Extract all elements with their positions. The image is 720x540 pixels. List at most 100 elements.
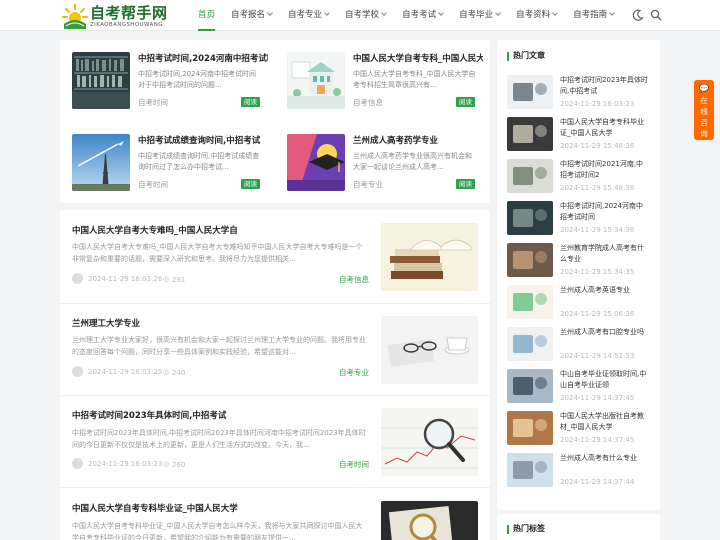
hot-article-thumbnail [507,75,553,109]
nav-label: 自考专业 [288,10,323,20]
chevron-down-icon [438,10,444,16]
hot-article-item[interactable]: 中招考试时间2021河南,中招考试时间2 2024-11-29 15:48:36 [497,159,660,199]
nav-item-majors[interactable]: 自考专业 [280,0,337,31]
hot-article-date: 2024-11-29 14:52:53 [560,352,635,360]
dark-mode-moon-icon[interactable] [632,9,644,21]
graduation-cap-thumbnail [287,134,345,191]
hot-article-thumbnail [507,411,553,445]
hot-article-date: 2024-11-29 15:34:35 [560,268,635,276]
grid-item-title: 中国人民大学自考专科_中国人民大学自考 [353,54,483,64]
hot-article-date: 2024-11-29 15:48:36 [560,142,635,150]
grid-item-category: 自考时间 [138,180,168,189]
hot-article-title: 兰州成人高考有口腔专业吗 [560,328,644,336]
library-shelves-thumbnail [72,52,130,109]
chevron-down-icon [552,10,558,16]
grid-item[interactable]: 兰州成人高考药学专业 兰州成人高考药学专业很高兴有机会和大家一起谈论兰州成人高考… [275,122,490,203]
article-title: 兰州理工大学专业 [72,319,141,329]
read-tag[interactable]: 阅读 [456,97,475,107]
article-date: 2024-11-29 16:03:23 [88,460,163,468]
nav-label: 自考毕业 [459,10,494,20]
grid-item[interactable]: 中招考试时间,2024河南中招考试时间 中招考试时间,2024河南中招考试时间对… [60,40,275,122]
grid-item-category: 自考专业 [353,180,383,189]
hot-article-title: 兰州成人高考英语专业 [560,286,630,294]
hot-article-item[interactable]: 中招考试时间,2024河南中招考试时间 2024-11-29 15:34:36 [497,201,660,241]
nav-item-exams[interactable]: 自考考试 [394,0,451,31]
hot-article-thumbnail [507,159,553,193]
chevron-down-icon [381,10,387,16]
nav-item-home[interactable]: 首页 [190,0,223,31]
search-icon[interactable] [650,9,662,21]
hot-tags-card: 热门标签 [497,514,660,540]
hot-article-title: 兰州教育学院成人高考有什么专业 [560,244,644,263]
chevron-down-icon [609,10,615,16]
hot-article-thumbnail [507,117,553,151]
glasses-and-cup-thumbnail [381,316,478,384]
read-tag[interactable]: 阅读 [241,97,260,107]
article-title: 中国人民大学自考专科毕业证_中国人民大学 [72,504,238,514]
nav-label: 自考学校 [345,10,380,20]
hot-article-item[interactable]: 兰州成人高考有口腔专业吗 2024-11-29 14:52:53 [497,327,660,367]
hot-tags-title: 热门标签 [513,524,545,533]
hot-article-thumbnail [507,453,553,487]
nav-label: 自考指南 [573,10,608,20]
hot-article-date: 2024-11-29 14:37:45 [560,436,635,444]
article-title: 中国人民大学自考大专难吗_中国人民大学自 [72,226,238,236]
hot-article-item[interactable]: 中招考试时间2023年具体时间,中招考试 2024-11-29 16:03:23 [497,75,660,115]
hot-article-thumbnail [507,369,553,403]
site-logo[interactable]: 自考帮手网 ZIKAOBANGSHOUWANG [62,2,182,30]
grid-item-desc: 兰州成人高考药学专业很高兴有机会和大家一起谈论兰州成人高考… [353,152,472,171]
article-views: 291 [172,276,186,284]
nav-item-guide[interactable]: 自考指南 [565,0,622,31]
article-views: 240 [172,369,186,377]
article-category[interactable]: 自考时间 [339,459,369,470]
article-item[interactable]: 兰州理工大学专业 兰州理工大学专业大家好，很高兴有机会和大家一起探讨兰州理工大学… [60,304,490,394]
article-category[interactable]: 自考专业 [339,367,369,378]
hot-article-item[interactable]: 中山自考毕业证领取时间,中山自考毕业证领 2024-11-29 14:37:45 [497,369,660,409]
grid-item[interactable]: 中国人民大学自考专科_中国人民大学自考 中国人民大学自考专科_中国人民大学自考专… [275,40,490,122]
hot-article-item[interactable]: 兰州成人高考有什么专业 2024-11-29 14:37:44 [497,453,660,493]
hot-article-item[interactable]: 中国人民大学自考专科毕业证_中国人民大学 2024-11-29 15:48:36 [497,117,660,157]
chat-bubble-icon: 💬 [699,84,709,93]
nav-item-schools[interactable]: 自考学校 [337,0,394,31]
article-item[interactable]: 中国人民大学自考大专难吗_中国人民大学自 中国人民大学自考大专难吗_中国人民大学… [60,210,490,302]
chevron-down-icon [495,10,501,16]
hot-articles-card: 热门文章 中招考试时间2023年具体时间,中招考试 2024-11-29 16:0… [497,40,660,510]
read-tag[interactable]: 阅读 [241,179,260,189]
hot-article-item[interactable]: 兰州教育学院成人高考有什么专业 2024-11-29 15:34:35 [497,243,660,283]
site-header: 自考帮手网 ZIKAOBANGSHOUWANG 首页 自考报名 自考专业 自考学… [0,0,720,31]
hot-article-title: 中招考试时间2021河南,中招考试时间2 [560,160,644,179]
hot-article-date: 2024-11-29 15:06:36 [560,310,635,318]
consult-label: 在线咨询 [700,96,708,138]
article-excerpt: 中招考试时间2023年具体时间,中招考试时间2023年具体时间河南中招考试时间2… [72,429,366,449]
hot-articles-title: 热门文章 [513,51,545,60]
nav-item-graduation[interactable]: 自考毕业 [451,0,508,31]
magnifier-document-thumbnail [381,501,478,540]
author-avatar [72,366,83,377]
hot-article-title: 中招考试时间2023年具体时间,中招考试 [560,76,648,95]
article-item[interactable]: 中国人民大学自考专科毕业证_中国人民大学 中国人民大学自考专科毕业证_中国人民大… [60,488,490,540]
grid-item-desc: 中招考试时间,2024河南中招考试时间对于中招考试时间的问题… [138,70,257,89]
nav-item-materials[interactable]: 自考资料 [508,0,565,31]
grid-item-category: 自考时间 [138,98,168,107]
campus-illustration-thumbnail [287,52,345,109]
article-title: 中招考试时间2023年具体时间,中招考试 [72,411,227,421]
article-list-card: 中国人民大学自考大专难吗_中国人民大学自 中国人民大学自考大专难吗_中国人民大学… [60,210,490,540]
article-views: 260 [172,461,186,469]
grid-item[interactable]: 中招考试成绩查询时间,中招考试 中招考试成绩查询时间,中招考试成绩查询时间过了怎… [60,122,275,203]
article-item[interactable]: 中招考试时间2023年具体时间,中招考试 中招考试时间2023年具体时间,中招考… [60,396,490,486]
hot-article-item[interactable]: 中国人民大学出版社自考教材_中国人民大学 2024-11-29 14:37:45 [497,411,660,451]
article-category[interactable]: 自考信息 [339,274,369,285]
article-excerpt: 中国人民大学自考专科毕业证_中国人民大学自考怎么样今天，我将与大家共同探讨中国人… [72,522,363,540]
views-eye-icon: ◎ [163,460,170,468]
hot-article-date: 2024-11-29 16:03:23 [560,100,635,108]
hot-article-item[interactable]: 兰州成人高考英语专业 2024-11-29 15:06:36 [497,285,660,325]
hot-article-title: 中招考试时间,2024河南中招考试时间 [560,202,644,221]
nav-label: 自考资料 [516,10,551,20]
online-consult-button[interactable]: 💬 在线咨询 [694,80,714,140]
nav-label: 自考报名 [231,10,266,20]
eiffel-tower-plane-thumbnail [72,134,130,191]
read-tag[interactable]: 阅读 [456,179,475,189]
hot-article-title: 兰州成人高考有什么专业 [560,454,637,462]
nav-item-registration[interactable]: 自考报名 [223,0,280,31]
author-avatar [72,273,83,284]
